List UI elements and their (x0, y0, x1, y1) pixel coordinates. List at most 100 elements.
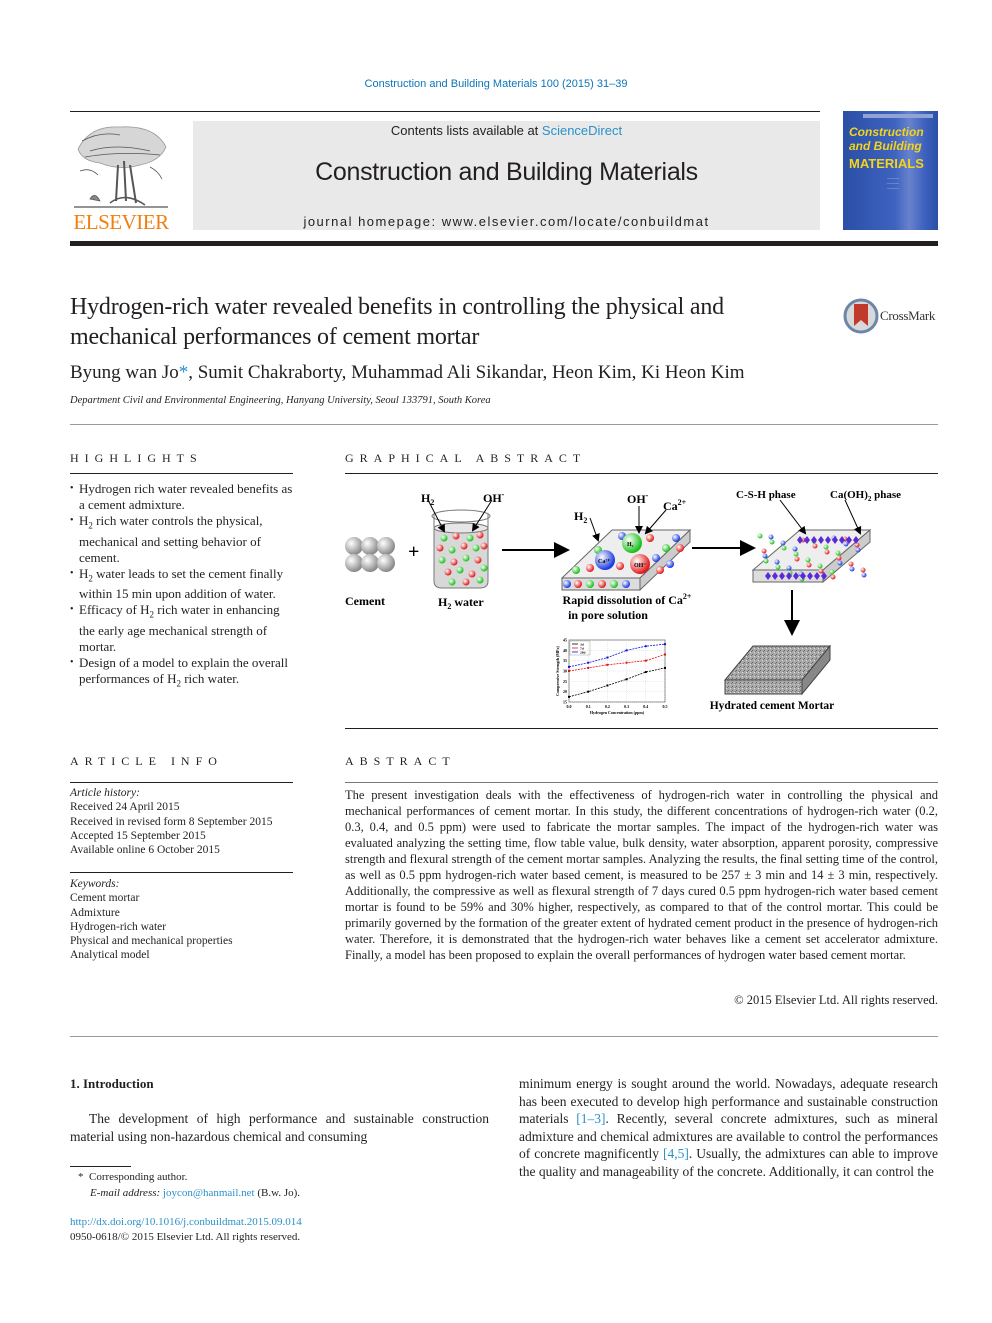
sciencedirect-link[interactable]: ScienceDirect (542, 123, 622, 138)
highlight-item: Design of a model to explain the overall… (70, 655, 294, 692)
issn-line: 0950-0618/© 2015 Elsevier Ltd. All right… (70, 1231, 301, 1243)
molecule (793, 551, 799, 557)
footnote-corresponding: * Corresponding author. (78, 1170, 187, 1185)
highlight-item: H2 rich water controls the physical, mec… (70, 513, 294, 566)
label-cement: Cement (345, 594, 385, 608)
author-others: , Sumit Chakraborty, Muhammad Ali Sikand… (188, 362, 745, 383)
label-csh: C-S-H phase (736, 489, 796, 501)
molecule (476, 531, 484, 539)
molecule (462, 578, 470, 586)
header-bottom-rule (70, 241, 938, 246)
article-info-rule (70, 782, 293, 783)
header-top-rule (70, 111, 820, 112)
data-point-28d (664, 643, 666, 646)
article-history: Article history: Received 24 April 2015 … (70, 786, 272, 857)
journal-cover[interactable]: Construction and Building MATERIALS ——— ——… (843, 111, 938, 230)
crossmark-icon[interactable] (843, 298, 879, 334)
molecule (830, 574, 836, 580)
crossmark-label[interactable]: CrossMark (880, 308, 935, 324)
molecule (452, 532, 460, 540)
molecule (474, 556, 482, 564)
molecule (586, 580, 594, 588)
doi-link[interactable]: http://dx.doi.org/10.1016/j.conbuildmat.… (70, 1215, 302, 1230)
history-received: Received 24 April 2015 (70, 801, 180, 814)
molecule (456, 566, 464, 574)
journal-homepage[interactable]: journal homepage: www.elsevier.com/locat… (193, 214, 820, 229)
email-suffix: (B.w. Jo). (254, 1187, 301, 1199)
graphical-abstract-heading: GRAPHICAL ABSTRACT (345, 451, 587, 465)
cover-title: Construction and Building (849, 125, 924, 153)
email-link[interactable]: joycon@hanmail.net (163, 1187, 255, 1199)
highlight-text: rich water. (180, 670, 240, 686)
introduction-right-column: minimum energy is sought around the worl… (519, 1075, 938, 1181)
molecule (794, 556, 800, 562)
y-axis-label: Compressive Strength (MPa) (555, 646, 560, 696)
molecule (818, 568, 824, 574)
contents-line: Contents lists available at ScienceDirec… (193, 123, 820, 138)
molecule (762, 553, 768, 559)
highlight-text: Hydrogen rich water revealed benefits as… (79, 481, 293, 512)
ref-link-4-5[interactable]: [4,5] (663, 1146, 689, 1161)
molecule (476, 576, 484, 584)
ref-link-1-3[interactable]: [1–3] (576, 1111, 605, 1126)
highlights-heading: HIGHLIGHTS (70, 451, 203, 465)
affiliation: Department Civil and Environmental Engin… (70, 395, 491, 406)
molecule (444, 568, 452, 576)
email-label: E-mail address: (90, 1187, 163, 1199)
molecule (448, 546, 456, 554)
x-axis-label: Hydrogen Concentration (ppm) (590, 710, 645, 715)
highlight-text: H (79, 565, 89, 581)
label-h2-water: H2 water (438, 595, 484, 611)
data-point-28d (625, 649, 628, 652)
graphical-abstract-rule (345, 473, 938, 474)
highlight-item: Efficacy of H2 rich water in enhancing t… (70, 602, 294, 655)
molecule (563, 580, 571, 588)
molecule (792, 546, 798, 552)
label-h2-2: H2 (574, 509, 587, 525)
molecule (574, 580, 582, 588)
footnote-star: * (78, 1171, 84, 1183)
keywords-rule (70, 872, 293, 873)
svg-text:Ca²⁺: Ca²⁺ (598, 558, 610, 565)
molecule (780, 540, 786, 546)
molecule (861, 572, 867, 578)
molecule (652, 554, 660, 562)
molecule (666, 560, 674, 568)
molecule (616, 562, 624, 570)
abstract-text: The present investigation deals with the… (345, 788, 938, 962)
molecule (676, 544, 684, 552)
elsevier-wordmark: ELSEVIER (73, 210, 169, 234)
y-tick-label: 40 (563, 648, 567, 653)
molecule (812, 543, 818, 549)
x-tick-label: 0.0 (567, 704, 572, 709)
molecule (769, 539, 775, 545)
y-tick-label: 20 (563, 689, 567, 694)
highlight-item: Hydrogen rich water revealed benefits as… (70, 481, 294, 513)
data-point-28d (644, 645, 647, 648)
label-pore-solution: in pore solution (568, 608, 648, 622)
cover-subtitle-lines: ——— ——— ——— (887, 175, 899, 190)
journal-title: Construction and Building Materials (315, 158, 698, 186)
molecule (450, 558, 458, 566)
history-online: Available online 6 October 2015 (70, 844, 220, 857)
author-corresponding[interactable]: Byung wan Jo (70, 362, 179, 383)
corresponding-star[interactable]: * (179, 362, 189, 383)
molecule (837, 560, 843, 566)
molecule (774, 559, 780, 565)
history-revised: Received in revised form 8 September 201… (70, 815, 273, 828)
molecule (823, 544, 829, 550)
keyword: Cement mortar (70, 892, 140, 905)
history-accepted: Accepted 15 September 2015 (70, 829, 206, 842)
legend-label-28d: 28d (580, 651, 586, 655)
molecule (763, 558, 769, 564)
molecule (448, 578, 456, 586)
y-tick-label: 15 (563, 700, 567, 705)
molecule (848, 561, 854, 567)
introduction-heading: 1. Introduction (70, 1076, 154, 1091)
beaker (431, 509, 491, 589)
abstract-heading: ABSTRACT (345, 754, 456, 768)
abstract-rule (345, 782, 938, 783)
molecule (440, 534, 448, 542)
journal-citation[interactable]: Construction and Building Materials 100 … (0, 78, 992, 90)
data-point-7d (568, 670, 570, 672)
